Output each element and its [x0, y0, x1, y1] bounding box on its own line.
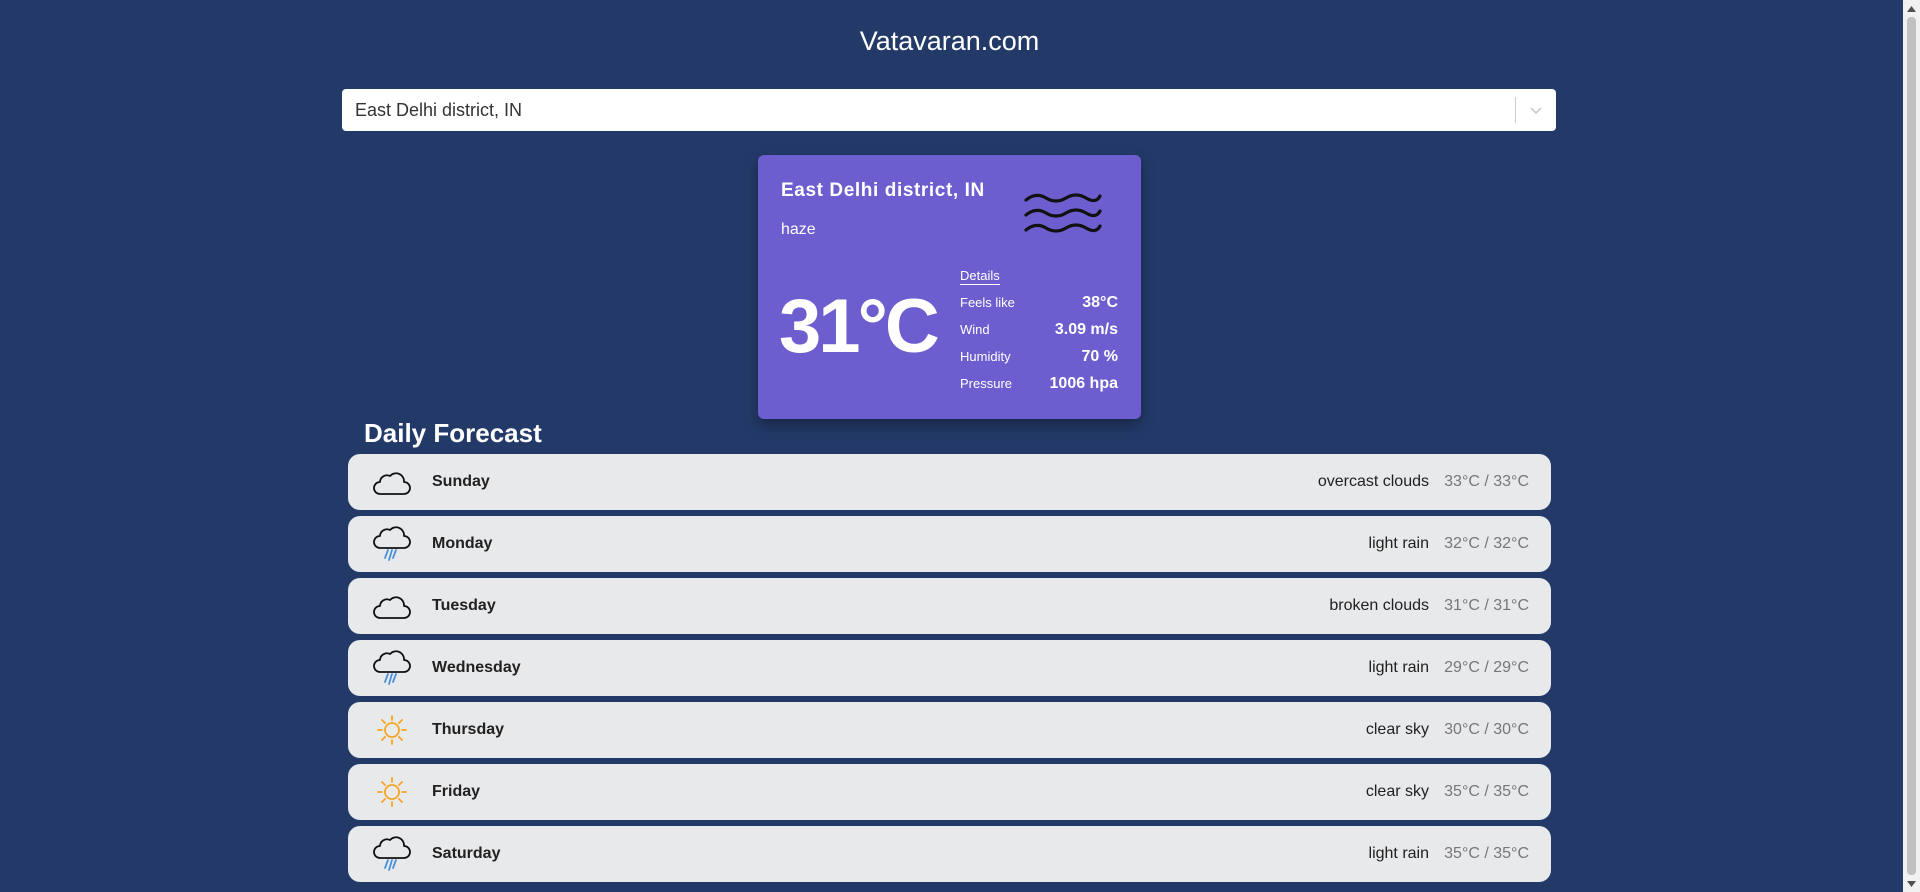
forecast-temp-range: 30°C / 30°C	[1444, 721, 1529, 738]
forecast-temp-range: 29°C / 29°C	[1444, 659, 1529, 676]
forecast-description: light rain	[1368, 535, 1429, 552]
forecast-row-friday[interactable]: Friday clear sky 35°C / 35°C	[348, 764, 1551, 820]
detail-label: Humidity	[960, 349, 1011, 364]
forecast-temp-range: 31°C / 31°C	[1444, 597, 1529, 614]
sun-icon	[372, 774, 412, 810]
scroll-up-arrow-icon[interactable]	[1903, 0, 1920, 17]
detail-row-feels-like: Feels like 38°C	[960, 289, 1118, 316]
detail-label: Wind	[960, 322, 990, 337]
forecast-day: Saturday	[432, 845, 501, 862]
forecast-description: light rain	[1368, 659, 1429, 676]
forecast-description: broken clouds	[1329, 597, 1429, 614]
forecast-row-sunday[interactable]: Sunday overcast clouds 33°C / 33°C	[348, 454, 1551, 510]
forecast-day: Thursday	[432, 721, 505, 738]
forecast-day: Sunday	[432, 473, 490, 490]
city-search-value[interactable]: East Delhi district, IN	[342, 100, 1515, 121]
detail-row-humidity: Humidity 70 %	[960, 343, 1118, 370]
forecast-day: Monday	[432, 535, 493, 552]
forecast-temp-range: 32°C / 32°C	[1444, 535, 1529, 552]
cloud-icon	[372, 588, 412, 624]
forecast-day: Wednesday	[432, 659, 521, 676]
site-title: Vatavaran.com	[859, 26, 1040, 56]
current-city: East Delhi district, IN	[781, 180, 985, 201]
detail-row-wind: Wind 3.09 m/s	[960, 316, 1118, 343]
rain-icon	[372, 650, 412, 686]
detail-label: Pressure	[960, 376, 1013, 391]
current-weather-card: East Delhi district, IN haze 31°C Detail…	[758, 155, 1141, 419]
forecast-temp-range: 35°C / 35°C	[1444, 783, 1529, 800]
chevron-down-icon[interactable]	[1516, 89, 1556, 131]
city-search-select[interactable]: East Delhi district, IN	[342, 89, 1556, 131]
forecast-row-saturday[interactable]: Saturday light rain 35°C / 35°C	[348, 826, 1551, 882]
forecast-description: light rain	[1368, 845, 1429, 862]
cloud-icon	[372, 464, 412, 500]
detail-label: Feels like	[960, 295, 1015, 310]
details-heading: Details	[960, 268, 1000, 285]
forecast-row-monday[interactable]: Monday light rain 32°C / 32°C	[348, 516, 1551, 572]
forecast-row-tuesday[interactable]: Tuesday broken clouds 31°C / 31°C	[348, 578, 1551, 634]
detail-value: 38°C	[1082, 293, 1118, 311]
detail-row-pressure: Pressure 1006 hpa	[960, 370, 1118, 397]
current-temperature: 31°C	[779, 284, 940, 369]
forecast-title: Daily Forecast	[364, 418, 542, 448]
scroll-down-arrow-icon[interactable]	[1903, 875, 1920, 892]
vertical-scrollbar[interactable]	[1903, 0, 1920, 892]
forecast-description: clear sky	[1365, 783, 1429, 800]
forecast-day: Tuesday	[432, 597, 496, 614]
haze-icon	[1024, 190, 1102, 245]
forecast-description: overcast clouds	[1317, 473, 1429, 490]
rain-icon	[372, 836, 412, 872]
sun-icon	[372, 712, 412, 748]
detail-value: 70 %	[1081, 347, 1118, 365]
current-description: haze	[781, 221, 816, 238]
forecast-temp-range: 35°C / 35°C	[1444, 845, 1529, 862]
forecast-row-wednesday[interactable]: Wednesday light rain 29°C / 29°C	[348, 640, 1551, 696]
forecast-list: Sunday overcast clouds 33°C / 33°C Monda…	[348, 454, 1551, 888]
detail-value: 3.09 m/s	[1054, 320, 1118, 338]
detail-value: 1006 hpa	[1049, 374, 1118, 392]
details-panel: Details Feels like 38°C Wind 3.09 m/s Hu…	[960, 267, 1118, 397]
scrollbar-thumb[interactable]	[1907, 17, 1916, 875]
forecast-description: clear sky	[1365, 721, 1429, 738]
page: Vatavaran.com East Delhi district, IN Ea…	[0, 0, 1920, 892]
rain-icon	[372, 526, 412, 562]
forecast-row-thursday[interactable]: Thursday clear sky 30°C / 30°C	[348, 702, 1551, 758]
forecast-temp-range: 33°C / 33°C	[1444, 473, 1529, 490]
forecast-day: Friday	[432, 783, 481, 800]
